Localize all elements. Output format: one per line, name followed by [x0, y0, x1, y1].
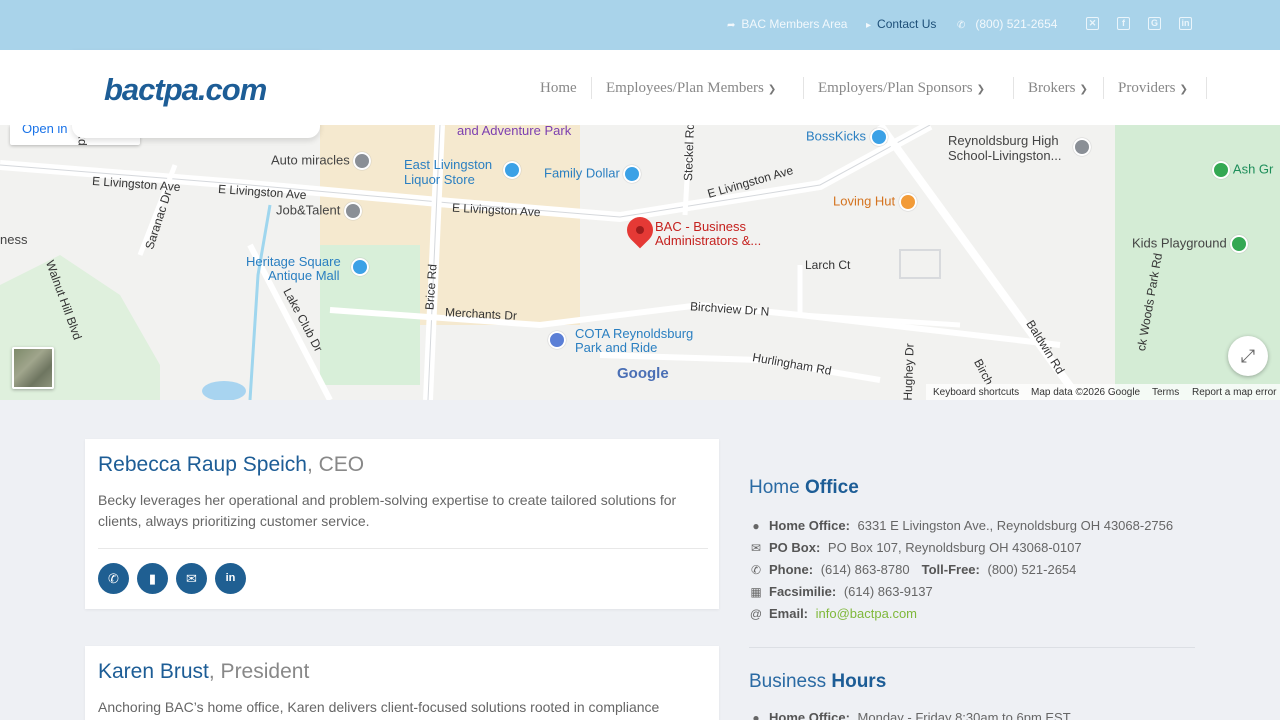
phone-link[interactable]: ✆ (800) 521-2654 [957, 17, 1057, 31]
nav-divider [591, 77, 592, 99]
shopping-bag-icon [351, 258, 369, 276]
nav-brokers[interactable]: Brokers ❯ [1028, 80, 1088, 97]
linkedin-icon: in [225, 572, 236, 584]
school-icon [1073, 138, 1091, 156]
at-icon: @ [749, 607, 763, 621]
phone-icon: ✆ [957, 20, 966, 31]
shopping-bag-icon [503, 161, 521, 179]
chevron-down-icon: ❯ [1079, 84, 1088, 95]
keyboard-shortcuts-link[interactable]: Keyboard shortcuts [933, 387, 1019, 398]
contact-us-link[interactable]: ▸ Contact Us [866, 17, 936, 31]
nav-divider [1206, 77, 1207, 99]
restaurant-icon [898, 193, 917, 211]
chevron-down-icon: ❯ [1179, 84, 1188, 95]
fullscreen-button[interactable]: ⤢ [1228, 336, 1268, 376]
po-box: ✉ PO Box: PO Box 107, Reynoldsburg OH 430… [750, 540, 1082, 555]
email-row: @ Email: info@bactpa.com [749, 606, 917, 621]
phone-button[interactable]: ✆ [98, 563, 129, 594]
person-card: Karen Brust, President Anchoring BAC’s h… [85, 646, 719, 720]
poi-auto-miracles[interactable]: Auto miracles [271, 152, 372, 170]
nav-divider [803, 77, 804, 99]
mobile-button[interactable]: ▮ [137, 563, 168, 594]
poi-kids-playground[interactable]: Kids Playground [1132, 235, 1249, 253]
facebook-icon[interactable]: f [1117, 17, 1130, 30]
members-area-link[interactable]: ➦ BAC Members Area [727, 17, 847, 31]
shopping-bag-icon [623, 165, 642, 183]
fax-icon: ▦ [750, 585, 762, 599]
site-logo[interactable]: bactpa.com [104, 72, 267, 108]
toll-free-number[interactable]: (800) 521-2654 [987, 562, 1076, 577]
map-data-text: Map data ©2026 Google [1031, 387, 1141, 398]
chevron-down-icon: ❯ [976, 84, 985, 95]
map-label: ness [0, 232, 28, 247]
nav-providers[interactable]: Providers ❯ [1118, 80, 1188, 97]
poi-high-school[interactable]: Reynoldsburg High School-Livingston... [948, 133, 1061, 163]
phone-row: ✆ Phone: (614) 863-8780 Toll-Free: (800) 5… [750, 562, 1077, 577]
road-label: Steckel Rd [681, 125, 698, 182]
nav-divider [1013, 77, 1014, 99]
building-icon [343, 202, 362, 220]
tree-icon [1212, 161, 1230, 179]
expand-icon: ⤢ [1240, 346, 1256, 366]
map-marker-icon: ● [752, 519, 760, 533]
linkedin-icon[interactable]: in [1179, 17, 1192, 30]
poi-job-talent[interactable]: Job&Talent [276, 202, 362, 220]
google-logo: Google [617, 365, 669, 382]
road-label: Hughey Dr [900, 343, 917, 400]
map-label: and Adventure Park [457, 125, 572, 138]
x-icon[interactable]: ✕ [1086, 17, 1099, 30]
person-name: Rebecca Raup Speich, CEO [98, 453, 365, 476]
chevron-down-icon: ❯ [767, 84, 777, 95]
tree-icon [1230, 235, 1249, 253]
poi-bosskicks[interactable]: BossKicks [806, 128, 888, 146]
poi-bac[interactable]: BAC - Business Administrators &... [655, 220, 761, 248]
terms-link[interactable]: Terms [1152, 387, 1179, 398]
divider [749, 647, 1195, 648]
envelope-icon: ✉ [186, 571, 197, 586]
google-map[interactable]: Open in and Adventure Park Rd Auto mirac… [0, 125, 1280, 400]
nav-employers[interactable]: Employers/Plan Sponsors ❯ [818, 80, 985, 97]
nav-divider [1103, 77, 1104, 99]
phone-icon: ✆ [750, 563, 762, 577]
poi-ash-grove[interactable]: Ash Gr [1212, 161, 1273, 179]
poi-loving-hut[interactable]: Loving Hut [833, 193, 917, 211]
fax-row: ▦ Facsimilie: (614) 863-9137 [750, 584, 933, 599]
person-card: Rebecca Raup Speich, CEO Becky leverages… [85, 439, 719, 609]
mobile-icon: ▮ [148, 571, 157, 586]
linkedin-button[interactable]: in [215, 563, 246, 594]
poi-liquor-store[interactable]: East Livingston Liquor Store [404, 157, 492, 187]
site-header: bactpa.com Home Employees/Plan Members ❯ … [0, 50, 1280, 125]
chevron-right-icon: ▸ [866, 20, 872, 31]
nav-employees[interactable]: Employees/Plan Members ❯ [606, 80, 776, 97]
report-error-link[interactable]: Report a map error [1192, 387, 1276, 398]
share-arrow-icon: ➦ [727, 20, 736, 31]
business-hours-heading: Business Hours [749, 671, 887, 692]
home-office-address: ● Home Office: 6331 E Livingston Ave., Re… [749, 518, 1173, 533]
home-office-heading: Home Office [749, 477, 859, 498]
phone-icon: ✆ [108, 571, 119, 586]
phone-number[interactable]: (614) 863-8780 [821, 562, 910, 577]
envelope-icon: ✉ [750, 541, 762, 555]
email-link[interactable]: info@bactpa.com [816, 606, 917, 621]
clock-icon: ● [752, 711, 760, 720]
poi-heritage-square[interactable]: Heritage Square Antique Mall [246, 255, 341, 283]
google-icon[interactable]: G [1148, 17, 1161, 30]
poi-cota[interactable]: COTA Reynoldsburg Park and Ride [548, 327, 693, 355]
poi-family-dollar[interactable]: Family Dollar [544, 165, 642, 183]
divider [98, 548, 708, 549]
business-hours-row: ● Home Office: Monday - Friday 8:30am to … [749, 710, 1070, 720]
satellite-toggle-button[interactable] [12, 347, 54, 389]
road-label: Larch Ct [805, 258, 851, 272]
shopping-bag-icon [869, 128, 888, 146]
person-description: Becky leverages her operational and prob… [98, 492, 677, 529]
person-name: Karen Brust, President [98, 660, 310, 683]
parking-icon [548, 331, 566, 349]
person-description: Anchoring BAC’s home office, Karen deliv… [98, 699, 660, 715]
top-bar: ➦ BAC Members Area ▸ Contact Us ✆ (800) 521… [0, 0, 1280, 50]
nav-home[interactable]: Home [540, 80, 577, 97]
email-button[interactable]: ✉ [176, 563, 207, 594]
pin-icon [353, 152, 372, 170]
